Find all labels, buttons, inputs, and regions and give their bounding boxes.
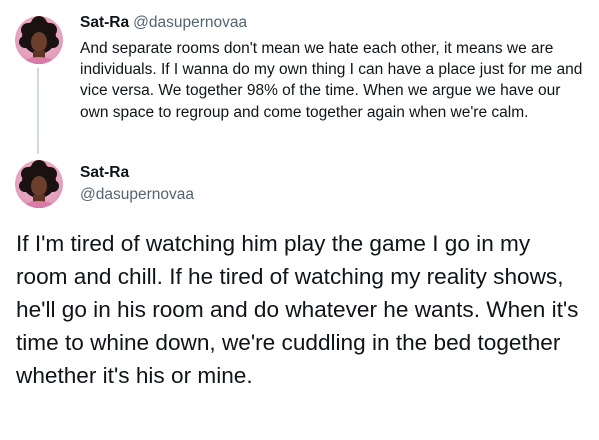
tweet-text: If I'm tired of watching him play the ga… <box>16 231 579 388</box>
avatar[interactable] <box>15 16 63 64</box>
avatar[interactable] <box>15 160 63 208</box>
author-handle[interactable]: @dasupernovaa <box>80 185 194 205</box>
author-name[interactable]: Sat-Ra <box>80 14 129 31</box>
author-name[interactable]: Sat-Ra <box>80 163 129 183</box>
tweet-text: And separate rooms don't mean we hate ea… <box>80 40 583 121</box>
tweet-header: Sat-Ra @dasupernovaa <box>80 13 247 33</box>
author-handle[interactable]: @dasupernovaa <box>133 14 247 31</box>
profile-photo-avatar-icon <box>19 16 59 64</box>
thread-connector-line <box>37 68 39 154</box>
profile-photo-avatar-icon <box>19 160 59 208</box>
